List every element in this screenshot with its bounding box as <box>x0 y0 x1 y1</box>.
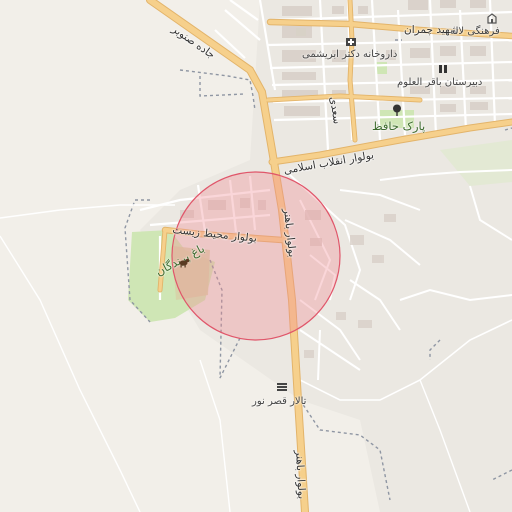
hall-icon[interactable] <box>276 381 288 393</box>
pharmacy-icon[interactable] <box>345 36 357 48</box>
poi-label-farhangi-laleh: فرهنگی لاله <box>450 26 500 37</box>
poi-label-dabirestan: دبیرستان باقر العلوم <box>397 77 483 88</box>
road-label-bahonar-2: بولوار باهنر <box>293 449 308 500</box>
map-view[interactable]: جاده صنوبر شهید چمران فرهنگی لاله داروخا… <box>0 0 512 512</box>
zoo-icon[interactable] <box>178 256 190 268</box>
park-label-hafez: پارک حافظ <box>372 119 426 133</box>
road-label-saadi: سعدی <box>327 95 343 125</box>
poi-label-darukhaneh: داروخانه دکتر ابریشمی <box>302 49 398 60</box>
building-icon[interactable] <box>486 12 498 24</box>
rural-track <box>199 359 231 512</box>
poi-label-talar: تالار قصر نور <box>252 396 307 407</box>
park-icon[interactable] <box>391 104 403 116</box>
rural-track <box>0 235 141 512</box>
school-icon[interactable] <box>437 63 449 75</box>
